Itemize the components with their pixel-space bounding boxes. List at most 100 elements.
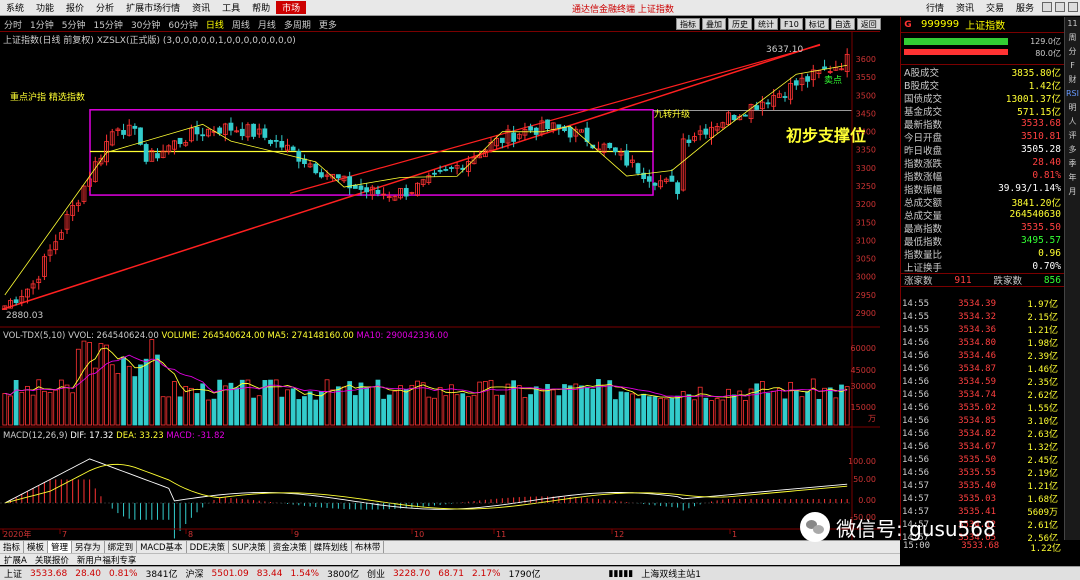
- period-tab[interactable]: 5分钟: [58, 18, 90, 31]
- kline-chart[interactable]: 3600355035003450340033503300325032003150…: [0, 32, 880, 540]
- volume-bar: [42, 390, 47, 426]
- candle-body: [686, 139, 692, 144]
- candle-body: [13, 299, 19, 304]
- period-tab[interactable]: 分时: [0, 18, 26, 31]
- bottom-tab[interactable]: 管理: [48, 541, 73, 553]
- tick-time: 14:56: [902, 376, 930, 387]
- bottom-tab[interactable]: 另存为: [72, 541, 105, 553]
- bottom-tab[interactable]: 布林带: [352, 541, 385, 553]
- period-tab-more[interactable]: 更多: [315, 18, 341, 31]
- macd-tick-label: 100.00: [848, 457, 876, 466]
- overlay-button[interactable]: 叠加: [702, 18, 726, 30]
- maximize-icon[interactable]: [1055, 2, 1065, 12]
- period-tab[interactable]: 30分钟: [127, 18, 164, 31]
- period-tab[interactable]: 周线: [228, 18, 254, 31]
- side-strip-item[interactable]: 月: [1065, 185, 1080, 199]
- period-tab[interactable]: 1分钟: [26, 18, 58, 31]
- chart-area[interactable]: 3600 3550 3500 3450 3400 3350 3300 3250 3200 3150…: [0, 32, 880, 540]
- watchlist-button[interactable]: 自选: [830, 18, 855, 30]
- side-strip-item[interactable]: 11: [1065, 17, 1080, 31]
- side-strip-item[interactable]: 周: [1065, 31, 1080, 45]
- tick-row: 14:57 3535.40 1.21亿: [900, 479, 1064, 493]
- close-icon[interactable]: [1068, 2, 1078, 12]
- bottom-tab[interactable]: MACD基本: [137, 541, 187, 553]
- menu-function[interactable]: 功能: [30, 1, 60, 14]
- menu-quote[interactable]: 报价: [60, 1, 90, 14]
- volume-bar: [646, 396, 652, 426]
- back-button[interactable]: 返回: [856, 18, 881, 30]
- menu-right-service[interactable]: 服务: [1010, 1, 1040, 14]
- history-button[interactable]: 历史: [728, 18, 752, 30]
- volume-bar: [381, 398, 386, 426]
- sell-annotation: 卖点: [824, 76, 843, 86]
- menu-right-quote[interactable]: 行情: [920, 1, 950, 14]
- volume-bar: [810, 378, 816, 426]
- menu-tools[interactable]: 工具: [216, 1, 246, 14]
- candle-body: [313, 163, 319, 174]
- period-tab[interactable]: 月线: [254, 18, 280, 31]
- quote-row: 总成交额 3841.20亿: [901, 195, 1064, 209]
- quote-row-label: 昨日收盘: [904, 145, 943, 157]
- menu-info[interactable]: 资讯: [186, 1, 216, 14]
- menu-right-trade[interactable]: 交易: [980, 1, 1010, 14]
- bottom-tab[interactable]: 蝶阵划线: [311, 541, 352, 553]
- side-strip-item[interactable]: 年: [1065, 171, 1080, 185]
- side-strip-item[interactable]: 明: [1065, 101, 1080, 115]
- side-strip-item[interactable]: 季: [1065, 157, 1080, 171]
- candle-body: [703, 128, 709, 135]
- f10-button[interactable]: F10: [780, 18, 803, 30]
- period-tab[interactable]: 60分钟: [164, 18, 201, 31]
- menu-analysis[interactable]: 分析: [90, 1, 120, 14]
- volume-bar: [13, 380, 19, 426]
- side-strip-item[interactable]: 人: [1065, 115, 1080, 129]
- price-tick-label: 3600: [856, 55, 876, 64]
- volume-bar: [2, 393, 8, 426]
- side-strip-item[interactable]: 多: [1065, 143, 1080, 157]
- volume-bar: [109, 364, 115, 426]
- volume-bar: [335, 386, 341, 426]
- tick-list[interactable]: 14:55 3534.39 1.97亿 14:55 3534.32 2.15亿 14:55 3…: [900, 297, 1064, 545]
- tick-volume: 2.19亿: [1027, 469, 1058, 479]
- bottom-tab[interactable]: 指标: [0, 541, 25, 553]
- extend-a-tab[interactable]: 扩展A: [0, 554, 31, 566]
- volume-bar: [635, 398, 641, 426]
- bottom-tab[interactable]: SUP决策: [229, 541, 270, 553]
- stats-button[interactable]: 统计: [754, 18, 778, 30]
- bottom-tab[interactable]: 模板: [24, 541, 49, 553]
- side-strip-item[interactable]: F: [1065, 59, 1080, 73]
- tick-price: 3534.59: [958, 376, 996, 387]
- side-strip-item[interactable]: 财: [1065, 73, 1080, 87]
- related-quote-tab[interactable]: 关联报价: [31, 554, 73, 566]
- quote-row-label: 指数量比: [904, 249, 943, 261]
- price-tick-label: 2900: [856, 309, 876, 318]
- menu-system[interactable]: 系统: [0, 1, 30, 14]
- volume-bar: [330, 389, 336, 426]
- bottom-tab[interactable]: 绑定到: [105, 541, 138, 553]
- new-user-promo-tab[interactable]: 新用户福利专享: [73, 554, 141, 566]
- quote-row: 最低指数 3495.57: [901, 234, 1064, 248]
- menu-market[interactable]: 市场: [276, 1, 307, 14]
- volume-bar: [205, 399, 211, 426]
- menu-extended-market[interactable]: 扩展市场行情: [120, 1, 186, 14]
- sh-price: 3533.68: [30, 568, 68, 579]
- side-strip-item[interactable]: RSI: [1065, 87, 1080, 101]
- period-tab[interactable]: 15分钟: [89, 18, 126, 31]
- quote-row-value: 13001.37亿: [1005, 93, 1061, 105]
- candle-body: [132, 125, 138, 129]
- menu-right-info[interactable]: 资讯: [950, 1, 980, 14]
- side-strip-item[interactable]: 评: [1065, 129, 1080, 143]
- bottom-tab[interactable]: DDE决策: [187, 541, 230, 553]
- mark-button[interactable]: 标记: [804, 18, 829, 30]
- side-strip-item[interactable]: 分: [1065, 45, 1080, 59]
- period-tab-daily[interactable]: 日线: [202, 18, 228, 31]
- menu-help[interactable]: 帮助: [246, 1, 276, 14]
- tick-volume: 1.97亿: [1027, 300, 1058, 310]
- cy-price: 3228.70: [393, 568, 431, 579]
- indicator-button[interactable]: 指标: [676, 18, 700, 30]
- breadth-row: 涨家数 911 跌家数 856: [901, 273, 1064, 287]
- quote-row-value: 571.15亿: [1017, 106, 1061, 118]
- x-tick-label: 10: [414, 530, 424, 539]
- bottom-tab[interactable]: 资金决策: [270, 541, 311, 553]
- period-tab[interactable]: 多周期: [280, 18, 315, 31]
- minimize-icon[interactable]: [1042, 2, 1052, 12]
